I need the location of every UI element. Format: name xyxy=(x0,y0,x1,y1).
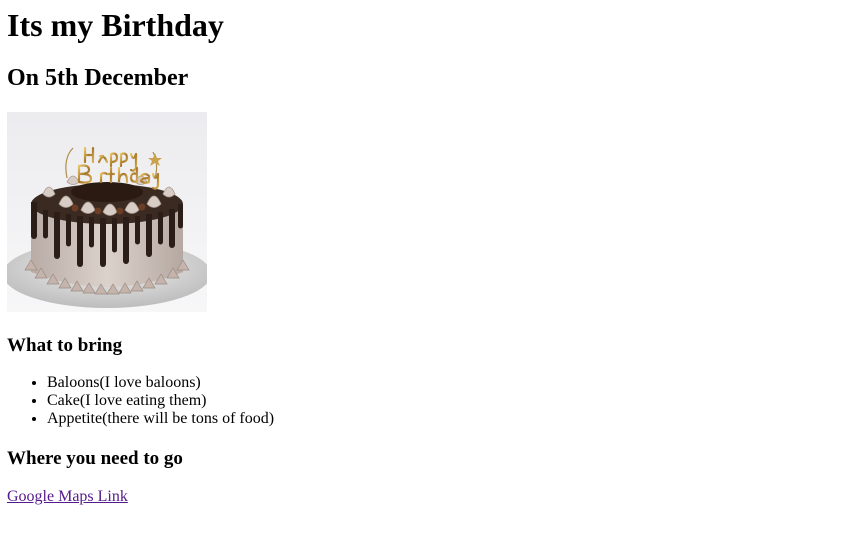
bring-heading: What to bring xyxy=(7,335,123,356)
list-item: Cake(I love eating them) xyxy=(47,392,274,410)
bring-list: Baloons(I love baloons) Cake(I love eati… xyxy=(7,374,274,428)
list-item: Baloons(I love baloons) xyxy=(47,374,274,392)
birthday-cake-image xyxy=(7,112,207,312)
page-subtitle: On 5th December xyxy=(7,65,189,91)
page-title: Its my Birthday xyxy=(7,7,224,43)
list-item: Appetite(there will be tons of food) xyxy=(47,410,274,428)
where-heading: Where you need to go xyxy=(7,448,183,469)
google-maps-link[interactable]: Google Maps Link xyxy=(7,488,128,506)
